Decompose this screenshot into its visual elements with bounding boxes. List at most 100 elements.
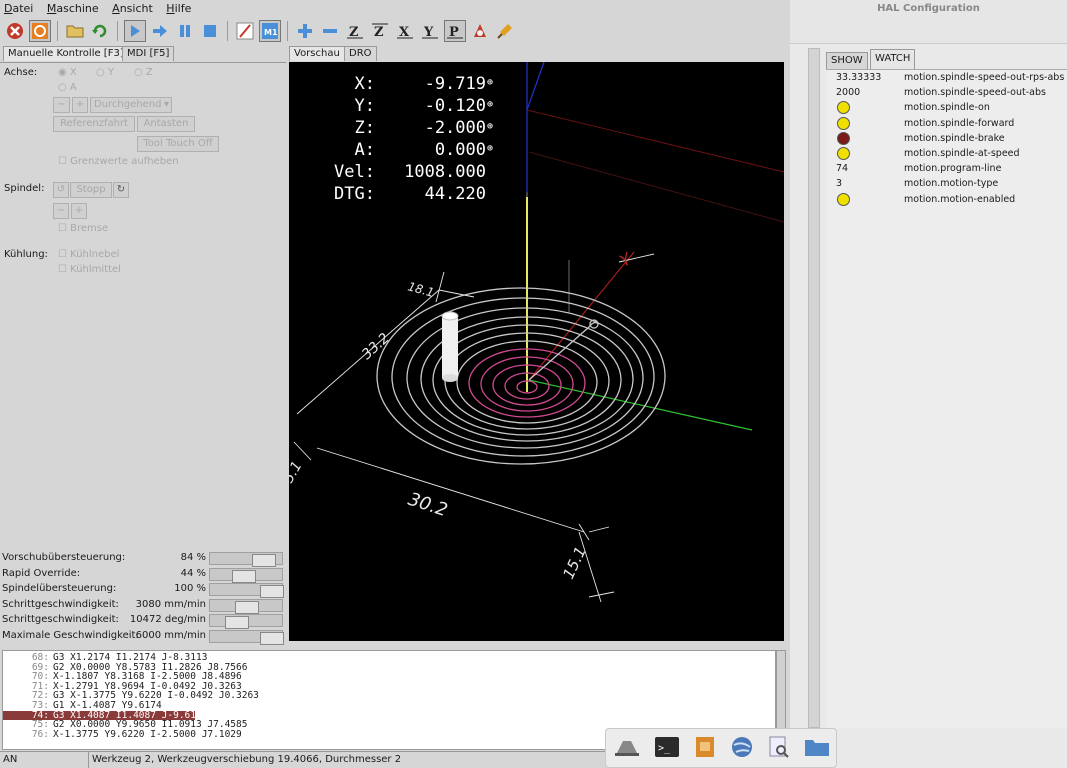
tab-manual[interactable]: Manuelle Kontrolle [F3] [3, 46, 129, 61]
pin-name[interactable]: motion.spindle-on [904, 100, 990, 115]
preview-canvas[interactable]: 18.1 33.2 30.2 15.1 5.1 Y X: -9.719 ⊕ Y: -0.… [289, 62, 784, 641]
menu-bar: Datei Maschine Ansicht Hilfe [0, 0, 788, 17]
override-slider-thumb[interactable] [235, 600, 259, 614]
view-y-icon[interactable]: Y [419, 20, 441, 42]
override-value: 100 % [174, 583, 206, 594]
search-icon[interactable] [767, 735, 791, 762]
tab-mdi[interactable]: MDI [F5] [122, 46, 175, 61]
folder-icon[interactable] [804, 735, 830, 762]
zoom-in-icon[interactable] [294, 20, 316, 42]
spindle-label: Spindel: [4, 183, 45, 194]
spindle-cw-icon[interactable]: ↻ [113, 182, 129, 198]
pin-name[interactable]: motion.spindle-speed-out-abs [904, 85, 1046, 100]
dim-label-5: 5.1 [289, 459, 306, 486]
hal-tree-scrollbar[interactable] [808, 48, 820, 728]
svg-text:>_: >_ [658, 743, 671, 754]
pin-name[interactable]: motion.motion-type [904, 176, 998, 191]
pin-led [837, 116, 850, 131]
menu-hilfe[interactable]: Hilfe [166, 2, 191, 15]
view-p-icon[interactable]: P [444, 20, 466, 42]
pause-icon[interactable] [174, 20, 196, 42]
override-slider[interactable] [209, 583, 284, 598]
spindle-faster-button[interactable]: + [71, 203, 87, 219]
mist-checkbox[interactable]: ☐ Kühlnebel [58, 249, 119, 260]
estop-icon[interactable] [4, 20, 26, 42]
axis-label: Achse: [4, 67, 38, 78]
override-value: 44 % [180, 567, 206, 579]
dro-value: -2.000 [424, 118, 486, 138]
axis-a-radio[interactable]: ○ A [58, 82, 77, 93]
pin-name[interactable]: motion.program-line [904, 161, 1001, 176]
tab-preview[interactable]: Vorschau [289, 46, 345, 61]
override-value: 6000 mm/min [135, 629, 206, 641]
override-limits-checkbox[interactable]: ☐ Grenzwerte aufheben [58, 156, 179, 167]
jog-minus-button[interactable]: − [53, 97, 70, 113]
pin-name[interactable]: motion.motion-enabled [904, 192, 1015, 207]
rotate-icon[interactable] [469, 20, 491, 42]
override-slider[interactable] [209, 567, 283, 583]
machine-power-icon[interactable] [29, 20, 51, 42]
view-z2-icon[interactable]: Z [369, 20, 391, 42]
override-slider-thumb[interactable] [232, 569, 256, 583]
desktop-icon[interactable] [613, 735, 641, 762]
spindle-ccw-icon[interactable]: ↺ [53, 182, 69, 198]
led-indicator [837, 116, 850, 130]
tab-watch[interactable]: WATCH [870, 49, 916, 69]
spindle-slower-button[interactable]: − [53, 203, 69, 219]
spindle-stop-button[interactable]: Stopp [70, 182, 112, 198]
machine-state: AN [3, 754, 18, 765]
reload-icon[interactable] [89, 20, 111, 42]
axis-z-radio[interactable]: ○ Z [134, 67, 153, 78]
override-value: 84 % [180, 552, 206, 563]
hal-title: HAL Configuration [790, 0, 1067, 18]
override-slider[interactable] [209, 552, 283, 567]
run-icon[interactable] [124, 20, 146, 42]
override-slider-thumb[interactable] [260, 631, 284, 645]
override-slider[interactable] [209, 598, 283, 614]
touch-off-button[interactable]: Antasten [137, 116, 195, 132]
override-slider[interactable] [209, 614, 283, 629]
homed-icon: ⊕ [487, 77, 494, 88]
clear-backplot-icon[interactable] [494, 20, 516, 42]
dro-value: 0.000 [434, 140, 486, 160]
stop-icon[interactable] [199, 20, 221, 42]
dro-value: 44.220 [424, 184, 486, 204]
axis-y-radio[interactable]: ○ Y [96, 67, 114, 78]
view-x-icon[interactable]: X [394, 20, 416, 42]
override-slider[interactable] [209, 629, 284, 645]
block-delete-icon[interactable] [234, 20, 256, 42]
tool-touch-off-button[interactable]: Tool Touch Off [137, 136, 219, 152]
override-slider-thumb[interactable] [225, 616, 249, 629]
open-file-icon[interactable] [64, 20, 86, 42]
pin-name[interactable]: motion.spindle-speed-out-rps-abs [904, 70, 1064, 85]
override-value: 10472 deg/min [129, 614, 206, 625]
browser-icon[interactable] [730, 735, 754, 762]
tab-show[interactable]: SHOW [826, 52, 868, 69]
menu-maschine[interactable]: Maschine [47, 2, 99, 15]
menu-ansicht[interactable]: Ansicht [112, 2, 153, 15]
override-label: Schrittgeschwindigkeit: [2, 598, 119, 610]
dro-value: -0.120 [424, 96, 486, 116]
home-button[interactable]: Referenzfahrt [53, 116, 135, 132]
step-icon[interactable] [149, 20, 171, 42]
override-panel: Vorschubübersteuerung: 84 % Rapid Override… [0, 549, 286, 645]
pin-name[interactable]: motion.spindle-brake [904, 131, 1005, 146]
terminal-icon[interactable]: >_ [654, 735, 680, 762]
pin-name[interactable]: motion.spindle-at-speed [904, 146, 1020, 161]
tab-dro[interactable]: DRO [344, 46, 377, 61]
dim-label-4: 15.1 [559, 544, 589, 582]
optional-stop-icon[interactable]: M1 [259, 20, 281, 42]
menu-datei[interactable]: Datei [4, 2, 33, 15]
flood-checkbox[interactable]: ☐ Kühlmittel [58, 264, 121, 275]
files-icon[interactable] [693, 735, 717, 762]
brake-checkbox[interactable]: ☐ Bremse [58, 223, 108, 234]
jog-mode-select[interactable]: Durchgehend ▾ [90, 97, 172, 113]
override-slider-thumb[interactable] [260, 585, 284, 598]
view-z-icon[interactable]: Z [344, 20, 366, 42]
zoom-out-icon[interactable] [319, 20, 341, 42]
manual-control-panel: Achse: ◉ X ○ Y ○ Z ○ A − + Durchgehend ▾ … [0, 62, 286, 549]
override-slider-thumb[interactable] [252, 554, 276, 567]
jog-plus-button[interactable]: + [72, 97, 88, 113]
axis-x-radio[interactable]: ◉ X [58, 67, 77, 78]
pin-name[interactable]: motion.spindle-forward [904, 116, 1014, 131]
